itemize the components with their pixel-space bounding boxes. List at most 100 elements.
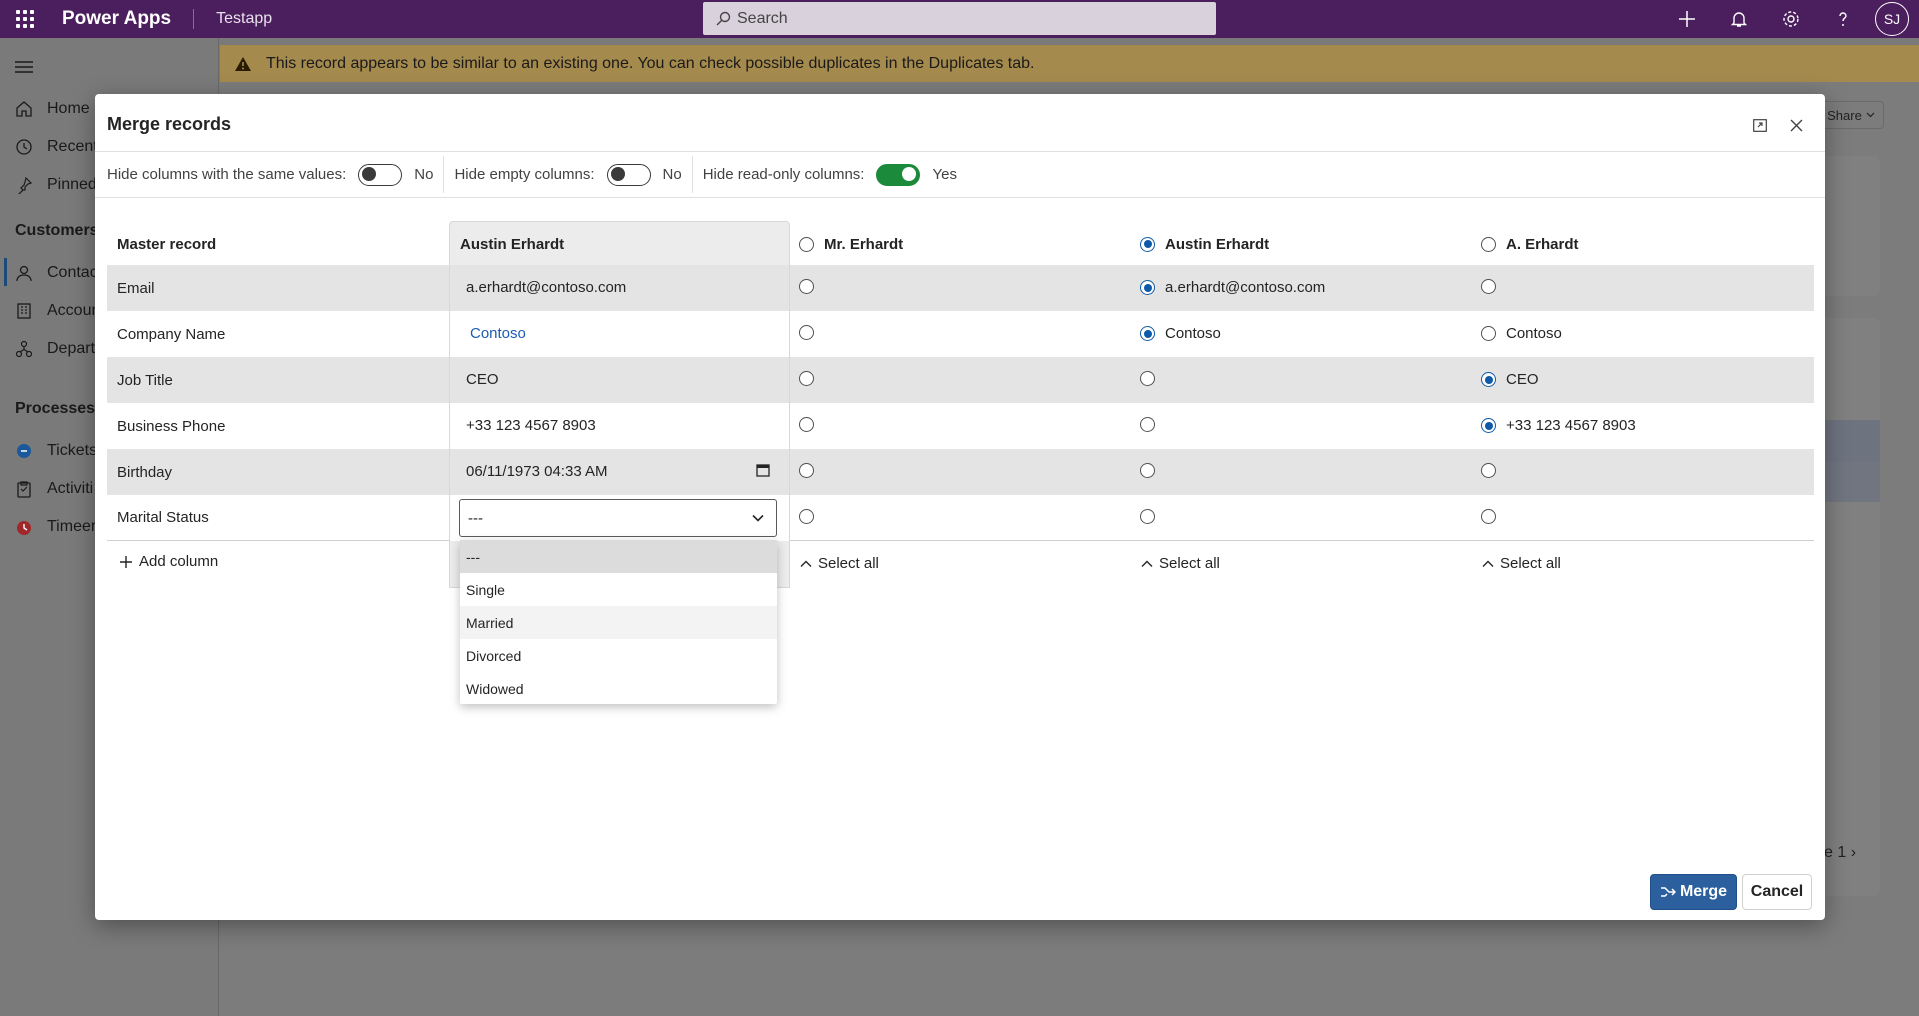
radio-button[interactable] xyxy=(1481,236,1496,252)
nav-item-contacts[interactable]: Contac xyxy=(15,264,98,282)
radio-birthday-austin-erhardt[interactable] xyxy=(1140,463,1155,478)
radio-marital-mr-erhardt[interactable] xyxy=(799,509,814,524)
radio-button[interactable] xyxy=(799,279,814,294)
hide-same-values-state: No xyxy=(414,166,434,183)
master-business-phone-value[interactable]: +33 123 4567 8903 xyxy=(466,417,596,434)
share-label: Share xyxy=(1827,107,1862,123)
cancel-button[interactable]: Cancel xyxy=(1742,874,1812,910)
radio-email-a-erhardt[interactable] xyxy=(1481,279,1496,294)
dropdown-option[interactable]: --- xyxy=(460,540,777,573)
radio-company-mr-erhardt[interactable] xyxy=(799,325,814,340)
app-launcher-icon[interactable] xyxy=(0,0,50,38)
user-avatar[interactable]: SJ xyxy=(1875,2,1909,36)
help-icon[interactable] xyxy=(1817,0,1869,38)
radio-job-title-mr-erhardt[interactable] xyxy=(799,371,814,386)
radio-birthday-mr-erhardt[interactable] xyxy=(799,463,814,478)
nav-item-timeentries[interactable]: Timeer xyxy=(15,518,96,536)
close-icon[interactable] xyxy=(1785,114,1807,136)
org-icon xyxy=(15,340,33,358)
hide-same-values-toggle[interactable] xyxy=(358,163,403,186)
chevron-right-icon[interactable]: › xyxy=(1851,844,1856,861)
nav-item-tickets[interactable]: Tickets xyxy=(15,442,97,460)
column-select-mr-erhardt[interactable]: Mr. Erhardt xyxy=(799,236,903,253)
app-name[interactable]: Power Apps xyxy=(62,8,171,30)
add-icon[interactable] xyxy=(1661,0,1713,38)
radio-button[interactable] xyxy=(1481,509,1496,524)
master-email-value[interactable]: a.erhardt@contoso.com xyxy=(466,279,626,296)
radio-button[interactable] xyxy=(1481,326,1496,341)
select-all-mr-erhardt[interactable]: Select all xyxy=(800,555,879,572)
master-company-link[interactable]: Contoso xyxy=(470,325,526,342)
dropdown-option[interactable]: Single xyxy=(460,573,777,606)
radio-button[interactable] xyxy=(799,325,814,340)
birthday-value: 06/11/1973 04:33 AM xyxy=(466,463,608,480)
master-cell-bg xyxy=(449,357,790,403)
radio-marital-a-erhardt[interactable] xyxy=(1481,509,1496,524)
select-all-a-erhardt[interactable]: Select all xyxy=(1482,555,1561,572)
search-input[interactable]: Search xyxy=(703,2,1216,35)
chevron-down-icon xyxy=(752,514,764,522)
duplicate-warning-banner: This record appears to be similar to an … xyxy=(220,45,1919,82)
radio-button[interactable] xyxy=(799,509,814,524)
expand-icon[interactable] xyxy=(1749,114,1771,136)
radio-button[interactable] xyxy=(1140,417,1155,432)
radio-button[interactable] xyxy=(1481,418,1496,433)
divider xyxy=(443,156,445,193)
radio-button[interactable] xyxy=(799,417,814,432)
notification-bell-icon[interactable] xyxy=(1713,0,1765,38)
radio-phone-austin-erhardt[interactable] xyxy=(1140,417,1155,432)
radio-button[interactable] xyxy=(799,236,814,252)
dropdown-option[interactable]: Married xyxy=(460,606,777,639)
column-select-austin-erhardt[interactable]: Austin Erhardt xyxy=(1140,236,1269,253)
radio-button[interactable] xyxy=(1140,280,1155,295)
divider xyxy=(193,9,195,29)
radio-phone-a-erhardt[interactable]: +33 123 4567 8903 xyxy=(1481,417,1636,434)
nav-item-pinned[interactable]: Pinned xyxy=(15,176,97,194)
radio-button[interactable] xyxy=(1481,279,1496,294)
option-value: +33 123 4567 8903 xyxy=(1506,417,1636,434)
settings-gear-icon[interactable] xyxy=(1765,0,1817,38)
master-job-title-value[interactable]: CEO xyxy=(466,371,499,388)
add-column-button[interactable]: Add column xyxy=(119,553,218,570)
nav-item-home[interactable]: Home xyxy=(15,100,90,118)
radio-button[interactable] xyxy=(1140,463,1155,478)
radio-company-austin-erhardt[interactable]: Contoso xyxy=(1140,325,1221,342)
radio-button[interactable] xyxy=(799,463,814,478)
select-all-austin-erhardt[interactable]: Select all xyxy=(1141,555,1220,572)
nav-item-departments[interactable]: Depart xyxy=(15,340,95,358)
calendar-icon[interactable] xyxy=(756,463,770,477)
nav-item-accounts[interactable]: Accoun xyxy=(15,302,100,320)
nav-item-recent[interactable]: Recent xyxy=(15,138,98,156)
radio-job-title-a-erhardt[interactable]: CEO xyxy=(1481,371,1539,388)
option-value: a.erhardt@contoso.com xyxy=(1165,279,1326,296)
hamburger-menu-icon[interactable] xyxy=(15,60,33,79)
radio-email-mr-erhardt[interactable] xyxy=(799,279,814,294)
clipboard-icon xyxy=(17,481,31,498)
environment-name[interactable]: Testapp xyxy=(216,10,272,28)
hide-readonly-columns-toggle[interactable] xyxy=(876,163,921,186)
radio-company-a-erhardt[interactable]: Contoso xyxy=(1481,325,1562,342)
radio-marital-austin-erhardt[interactable] xyxy=(1140,509,1155,524)
radio-button[interactable] xyxy=(1481,463,1496,478)
radio-button[interactable] xyxy=(1481,372,1496,387)
radio-button[interactable] xyxy=(1140,326,1155,341)
marital-status-select[interactable]: --- xyxy=(459,499,777,537)
dropdown-option[interactable]: Widowed xyxy=(460,672,777,705)
nav-item-activities[interactable]: Activiti xyxy=(15,480,93,498)
radio-email-austin-erhardt[interactable]: a.erhardt@contoso.com xyxy=(1140,279,1325,296)
radio-phone-mr-erhardt[interactable] xyxy=(799,417,814,432)
radio-button[interactable] xyxy=(1140,509,1155,524)
home-icon xyxy=(16,101,32,117)
radio-button[interactable] xyxy=(1140,236,1155,252)
master-birthday-input[interactable]: 06/11/1973 04:33 AM xyxy=(466,463,770,480)
radio-job-title-austin-erhardt[interactable] xyxy=(1140,371,1155,386)
radio-birthday-a-erhardt[interactable] xyxy=(1481,463,1496,478)
radio-button[interactable] xyxy=(1140,371,1155,386)
merge-button[interactable]: Merge xyxy=(1650,874,1737,910)
share-button[interactable]: Share xyxy=(1818,101,1884,129)
dropdown-option[interactable]: Divorced xyxy=(460,639,777,672)
radio-button[interactable] xyxy=(799,371,814,386)
column-select-a-erhardt[interactable]: A. Erhardt xyxy=(1481,236,1579,253)
hide-empty-columns-toggle[interactable] xyxy=(606,163,651,186)
toggle-knob xyxy=(902,167,917,181)
